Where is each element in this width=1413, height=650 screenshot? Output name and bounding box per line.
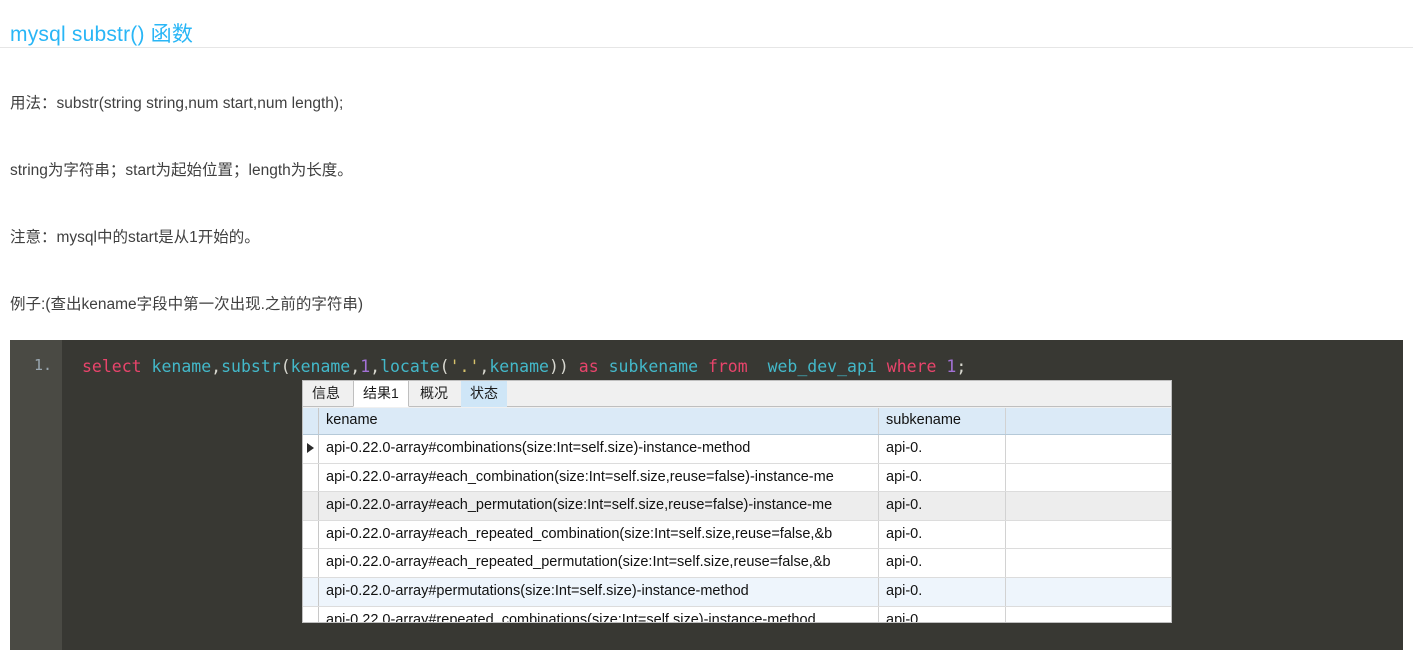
row-gutter[interactable] bbox=[303, 520, 319, 549]
cell-empty[interactable] bbox=[1007, 464, 1171, 492]
grid-header-gutter bbox=[303, 408, 319, 434]
table-row[interactable]: api-0.22.0-array#each_combination(size:I… bbox=[303, 463, 1171, 493]
table-row[interactable]: api-0.22.0-array#each_repeated_permutati… bbox=[303, 549, 1171, 578]
table-row[interactable]: api-0.22.0-array#each_permutation(size:I… bbox=[303, 492, 1171, 521]
code-token-punc: ( bbox=[280, 357, 291, 376]
row-gutter[interactable] bbox=[303, 577, 319, 606]
cell-kename[interactable]: api-0.22.0-array#permutations(size:Int=s… bbox=[320, 577, 879, 606]
note-paragraph: 注意：mysql中的start是从1开始的。 bbox=[10, 228, 260, 246]
code-token-punc bbox=[877, 357, 887, 376]
code-token-punc bbox=[569, 357, 579, 376]
code-token-punc bbox=[748, 357, 768, 376]
result-tab-2[interactable]: 概况 bbox=[411, 381, 457, 407]
code-token-kw: from bbox=[707, 357, 748, 376]
params-paragraph: string为字符串；start为起始位置；length为长度。 bbox=[10, 161, 353, 179]
code-token-str: '.' bbox=[449, 357, 480, 376]
code-token-kw: where bbox=[886, 357, 937, 376]
cell-empty[interactable] bbox=[1007, 549, 1171, 577]
current-row-arrow-icon bbox=[307, 443, 314, 453]
result-tab-label: 结果1 bbox=[363, 385, 399, 401]
code-token-punc bbox=[698, 357, 708, 376]
example-paragraph: 例子:(查出kename字段中第一次出现.之前的字符串) bbox=[10, 295, 364, 313]
cell-subkename[interactable]: api-0. bbox=[880, 435, 1006, 463]
cell-kename[interactable]: api-0.22.0-array#each_combination(size:I… bbox=[320, 463, 879, 492]
cell-subkename[interactable]: api-0. bbox=[880, 606, 1006, 622]
code-line-number: 1. bbox=[33, 356, 52, 374]
grid-column-header[interactable] bbox=[1007, 408, 1171, 434]
cell-subkename[interactable]: api-0. bbox=[880, 463, 1006, 492]
usage-paragraph: 用法：substr(string string,num start,num le… bbox=[10, 94, 344, 112]
code-token-punc: , bbox=[350, 357, 361, 376]
code-token-punc bbox=[142, 357, 152, 376]
cell-empty[interactable] bbox=[1007, 607, 1171, 622]
code-token-id: kename bbox=[290, 357, 351, 376]
cell-empty[interactable] bbox=[1007, 492, 1171, 520]
code-token-punc: )) bbox=[548, 357, 569, 376]
cell-empty[interactable] bbox=[1007, 435, 1171, 463]
code-token-num: 1 bbox=[946, 357, 957, 376]
cell-kename[interactable]: api-0.22.0-array#repeated_combinations(s… bbox=[320, 606, 879, 622]
cell-kename[interactable]: api-0.22.0-array#each_repeated_combinati… bbox=[320, 520, 879, 549]
grid-column-header[interactable]: kename bbox=[320, 408, 879, 434]
code-token-id: subkename bbox=[608, 357, 698, 376]
cell-subkename[interactable]: api-0. bbox=[880, 549, 1006, 577]
row-gutter[interactable] bbox=[303, 492, 319, 520]
cell-kename[interactable]: api-0.22.0-array#combinations(size:Int=s… bbox=[320, 435, 879, 463]
code-token-id: kename bbox=[489, 357, 549, 376]
cell-empty[interactable] bbox=[1007, 578, 1171, 606]
table-row[interactable]: api-0.22.0-array#repeated_combinations(s… bbox=[303, 606, 1171, 622]
result-tab-0[interactable]: 信息 bbox=[303, 381, 349, 407]
code-token-punc: , bbox=[211, 357, 222, 376]
code-sql-line[interactable]: select kename,substr(kename,1,locate('.'… bbox=[82, 356, 966, 378]
row-gutter[interactable] bbox=[303, 463, 319, 492]
cell-subkename[interactable]: api-0. bbox=[880, 492, 1006, 520]
grid-column-header[interactable]: subkename bbox=[880, 408, 1006, 434]
grid-header-row: kename subkename bbox=[303, 408, 1171, 435]
code-token-punc bbox=[599, 357, 609, 376]
code-line-number-gutter bbox=[10, 340, 62, 650]
code-token-num: 1 bbox=[360, 357, 371, 376]
code-token-punc: ( bbox=[439, 357, 450, 376]
cell-empty[interactable] bbox=[1007, 521, 1171, 549]
cell-subkename[interactable]: api-0. bbox=[880, 577, 1006, 606]
cell-subkename[interactable]: api-0. bbox=[880, 520, 1006, 549]
code-token-punc: ; bbox=[956, 357, 967, 376]
result-tab-label: 状态 bbox=[470, 385, 498, 401]
table-row[interactable]: api-0.22.0-array#combinations(size:Int=s… bbox=[303, 435, 1171, 464]
title-divider bbox=[0, 47, 1413, 48]
result-panel: 信息 结果1 概况 状态 kename subkename api-0.22.0-arra… bbox=[302, 380, 1172, 623]
table-row[interactable]: api-0.22.0-array#each_repeated_combinati… bbox=[303, 520, 1171, 550]
result-grid[interactable]: kename subkename api-0.22.0-array#combinat… bbox=[303, 408, 1171, 622]
code-token-id: web_dev_api bbox=[767, 357, 877, 376]
row-gutter[interactable] bbox=[303, 549, 319, 577]
code-token-punc bbox=[936, 357, 946, 376]
result-tab-3[interactable]: 状态 bbox=[461, 381, 507, 407]
result-tab-label: 概况 bbox=[420, 385, 448, 401]
code-token-kw: select bbox=[82, 357, 142, 376]
page-title: mysql substr() 函数 bbox=[10, 23, 194, 47]
result-tab-1[interactable]: 结果1 bbox=[353, 381, 409, 407]
code-token-id: locate bbox=[380, 357, 440, 376]
row-gutter[interactable] bbox=[303, 435, 319, 463]
code-token-kw: as bbox=[578, 357, 599, 376]
result-tab-label: 信息 bbox=[312, 385, 340, 401]
code-token-punc: , bbox=[370, 357, 381, 376]
code-token-id: substr bbox=[221, 357, 281, 376]
cell-kename[interactable]: api-0.22.0-array#each_repeated_permutati… bbox=[320, 549, 879, 577]
table-row[interactable]: api-0.22.0-array#permutations(size:Int=s… bbox=[303, 577, 1171, 607]
code-token-id: kename bbox=[151, 357, 212, 376]
result-tabstrip: 信息 结果1 概况 状态 bbox=[303, 381, 1171, 407]
row-gutter[interactable] bbox=[303, 606, 319, 622]
code-token-punc: , bbox=[479, 357, 490, 376]
cell-kename[interactable]: api-0.22.0-array#each_permutation(size:I… bbox=[320, 492, 879, 520]
